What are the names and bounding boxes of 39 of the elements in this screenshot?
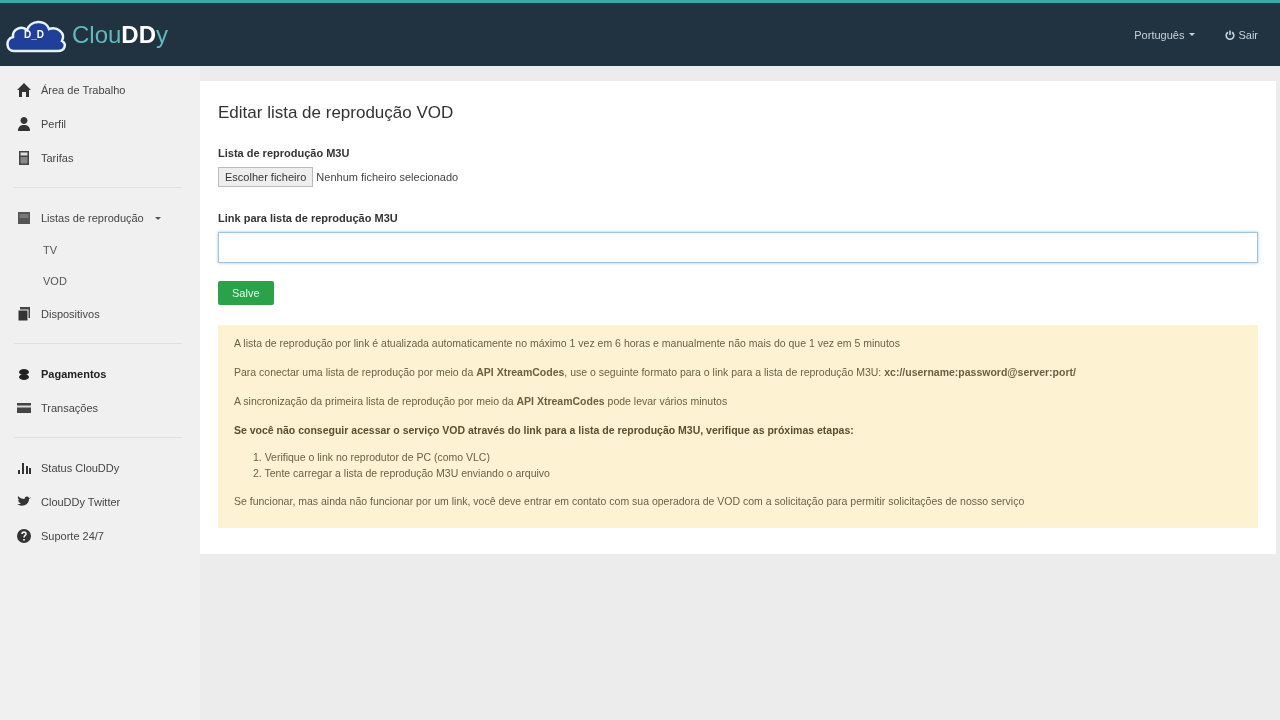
list-item: 1. Verifique o link no reprodutor de PC (como VLC) xyxy=(253,450,491,465)
sidebar-item[interactable]: Suporte 24/7 xyxy=(0,519,200,553)
language-dropdown[interactable]: Português xyxy=(1134,28,1196,41)
choose-file-button[interactable]: Escolher ficheiro xyxy=(218,167,314,187)
sidebar-item[interactable]: Tarifas xyxy=(0,141,200,175)
info-text: A lista de reprodução por link é atualizada automaticamente no máximo 1 vez em 6 horas e manualmente não mais do que 1 vez em 5 minutos xyxy=(234,337,901,349)
sidebar-item[interactable]: Área de Trabalho xyxy=(0,73,200,107)
calculator-icon xyxy=(16,150,32,166)
logout-link[interactable]: Sair xyxy=(1225,28,1258,41)
help-icon xyxy=(16,528,32,544)
sidebar-item[interactable]: Status ClouDDy xyxy=(0,451,200,485)
list-icon xyxy=(16,210,32,226)
user-icon xyxy=(16,116,32,132)
list-item: 2. Tente carregar a lista de reprodução M3U enviando o arquivo xyxy=(253,466,551,481)
info-text: A sincronização da primeira lista de reprodução por meio da API XtreamCodes pode levar vários minutos xyxy=(234,395,729,407)
sidebar-item[interactable]: Perfil xyxy=(0,107,200,141)
sidebar-item[interactable]: Transações xyxy=(0,391,200,425)
coins-icon xyxy=(16,366,32,382)
file-status: Nenhum ficheiro selecionado xyxy=(316,171,459,183)
sidebar-item[interactable]: ClouDDy Twitter xyxy=(0,485,200,519)
field-label: Link para lista de reprodução M3U xyxy=(218,212,399,224)
logo-mark: D_D xyxy=(24,28,44,40)
page-title: Editar lista de reprodução VOD xyxy=(218,103,455,123)
power-icon xyxy=(1225,29,1236,40)
info-text: Se funcionar, mas ainda não funcionar por um link, você deve entrar em contato com sua operadora de VOD com a solicitação para permitir solicitações de nosso serviço xyxy=(234,495,1026,507)
brand-name: ClouDDy xyxy=(72,20,169,49)
sidebar-subitem[interactable]: TV xyxy=(0,235,200,266)
chart-icon xyxy=(16,460,32,476)
devices-icon xyxy=(16,306,32,322)
card-icon xyxy=(16,400,32,416)
info-text: Para conectar uma lista de reprodução por meio da API XtreamCodes, use o seguinte formato para o link para a lista de reprodução M3U: xc://username:password@server:port/ xyxy=(234,366,1077,378)
link-input-field[interactable] xyxy=(218,232,1258,263)
sidebar-item[interactable]: Listas de reprodução xyxy=(0,201,200,235)
info-heading: Se você não conseguir acessar o serviço VOD através do link para a lista de reprodução M3U, verifique as próximas etapas: xyxy=(234,424,855,436)
field-label: Lista de reprodução M3U xyxy=(218,147,351,159)
sidebar-subitem[interactable]: VOD xyxy=(0,266,200,297)
sidebar-item[interactable]: Pagamentos xyxy=(0,357,200,391)
home-icon xyxy=(16,82,32,98)
sidebar-item[interactable]: Dispositivos xyxy=(0,297,200,331)
